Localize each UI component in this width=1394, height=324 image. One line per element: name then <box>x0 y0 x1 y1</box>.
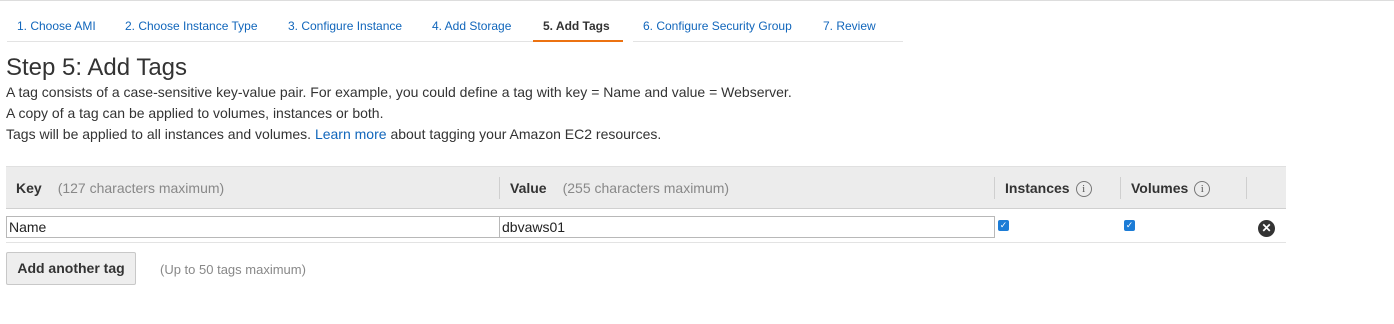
description-line-1: A tag consists of a case-sensitive key-v… <box>6 84 792 100</box>
page-title: Step 5: Add Tags <box>6 54 188 81</box>
column-separator <box>1120 177 1121 199</box>
tab-add-tags[interactable]: 5. Add Tags <box>533 12 623 42</box>
tags-table: Key (127 characters maximum) Value (255 ch… <box>6 166 1286 243</box>
add-tag-hint: (Up to 50 tags maximum) <box>160 262 306 277</box>
learn-more-link[interactable]: Learn more <box>315 126 387 142</box>
tags-table-header: Key (127 characters maximum) Value (255 ch… <box>6 166 1286 209</box>
table-row: ✓ ✓ ✕ <box>6 209 1286 243</box>
top-border <box>0 0 1394 1</box>
add-another-tag-button[interactable]: Add another tag <box>6 252 136 285</box>
info-icon[interactable]: i <box>1075 181 1092 197</box>
value-column-header: Value (255 characters maximum) <box>510 167 729 209</box>
description-line-3-text: Tags will be applied to all instances an… <box>6 126 312 142</box>
description-line-3: Tags will be applied to all instances an… <box>6 126 661 142</box>
column-separator <box>994 177 995 199</box>
tab-choose-ami[interactable]: 1. Choose AMI <box>7 12 115 42</box>
volumes-checkbox[interactable]: ✓ <box>1124 220 1135 231</box>
instances-header-label: Instances <box>1005 180 1070 196</box>
instances-checkbox[interactable]: ✓ <box>998 220 1009 231</box>
key-header-hint: (127 characters maximum) <box>57 180 225 196</box>
key-column-header: Key (127 characters maximum) <box>16 167 224 209</box>
tab-add-storage[interactable]: 4. Add Storage <box>422 12 533 42</box>
column-separator <box>1246 177 1247 199</box>
column-separator <box>499 177 500 199</box>
remove-tag-icon[interactable]: ✕ <box>1258 220 1275 237</box>
key-header-label: Key <box>16 180 42 196</box>
description-line-2: A copy of a tag can be applied to volume… <box>6 105 384 121</box>
volumes-header-label: Volumes <box>1131 180 1189 196</box>
value-header-hint: (255 characters maximum) <box>562 180 730 196</box>
tab-choose-instance-type[interactable]: 2. Choose Instance Type <box>115 12 278 42</box>
tab-review[interactable]: 7. Review <box>813 12 903 42</box>
tab-configure-security-group[interactable]: 6. Configure Security Group <box>633 12 813 42</box>
instances-column-header: Instances i <box>1005 167 1092 209</box>
value-header-label: Value <box>510 180 547 196</box>
description-line-3-suffix: about tagging your Amazon EC2 resources. <box>390 126 662 142</box>
tag-value-input[interactable] <box>499 216 995 238</box>
volumes-column-header: Volumes i <box>1131 167 1211 209</box>
tab-configure-instance[interactable]: 3. Configure Instance <box>278 12 422 42</box>
info-icon[interactable]: i <box>1194 181 1211 197</box>
tag-key-input[interactable] <box>6 216 500 238</box>
